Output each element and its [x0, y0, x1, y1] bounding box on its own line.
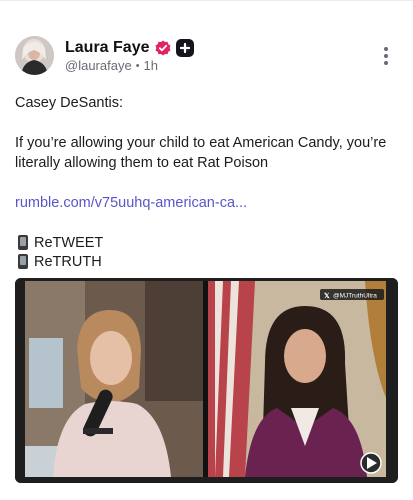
mobile-phone-icon: [18, 254, 28, 269]
top-divider: [0, 0, 413, 1]
post-intro: Casey DeSantis:: [15, 95, 123, 111]
post-body: Casey DeSantis: If you’re allowing your …: [15, 93, 400, 271]
left-video-pane: [25, 281, 203, 477]
post-link[interactable]: rumble.com/v75uuhq-american-ca...: [15, 195, 247, 211]
rumble-play-icon: [360, 452, 382, 474]
post-content: If you’re allowing your child to eat Ame…: [15, 135, 387, 171]
post-time[interactable]: 1h: [144, 58, 158, 73]
retweet-text: ReTWEET: [34, 234, 104, 251]
svg-text:𝕏: 𝕏: [324, 292, 330, 300]
watermark-text: @MJTruthUltra: [333, 293, 377, 300]
verified-badge-icon: [155, 40, 171, 56]
retweet-line: ReTWEET: [15, 233, 400, 252]
avatar[interactable]: [15, 36, 54, 75]
right-video-pane: 𝕏 @MJTruthUltra: [208, 281, 386, 477]
handle-row: @laurafaye • 1h: [65, 58, 158, 73]
plus-badge-icon: [176, 39, 195, 57]
retruth-line: ReTRUTH: [15, 252, 400, 271]
retruth-text: ReTRUTH: [34, 253, 102, 270]
author-row: Laura Faye: [65, 38, 195, 58]
mobile-phone-icon: [18, 235, 28, 250]
separator-dot: •: [135, 59, 140, 72]
video-thumbnail[interactable]: 𝕏 @MJTruthUltra: [15, 278, 398, 483]
author-handle[interactable]: @laurafaye: [65, 58, 132, 73]
author-name[interactable]: Laura Faye: [65, 39, 149, 57]
more-vertical-icon[interactable]: [380, 46, 392, 66]
